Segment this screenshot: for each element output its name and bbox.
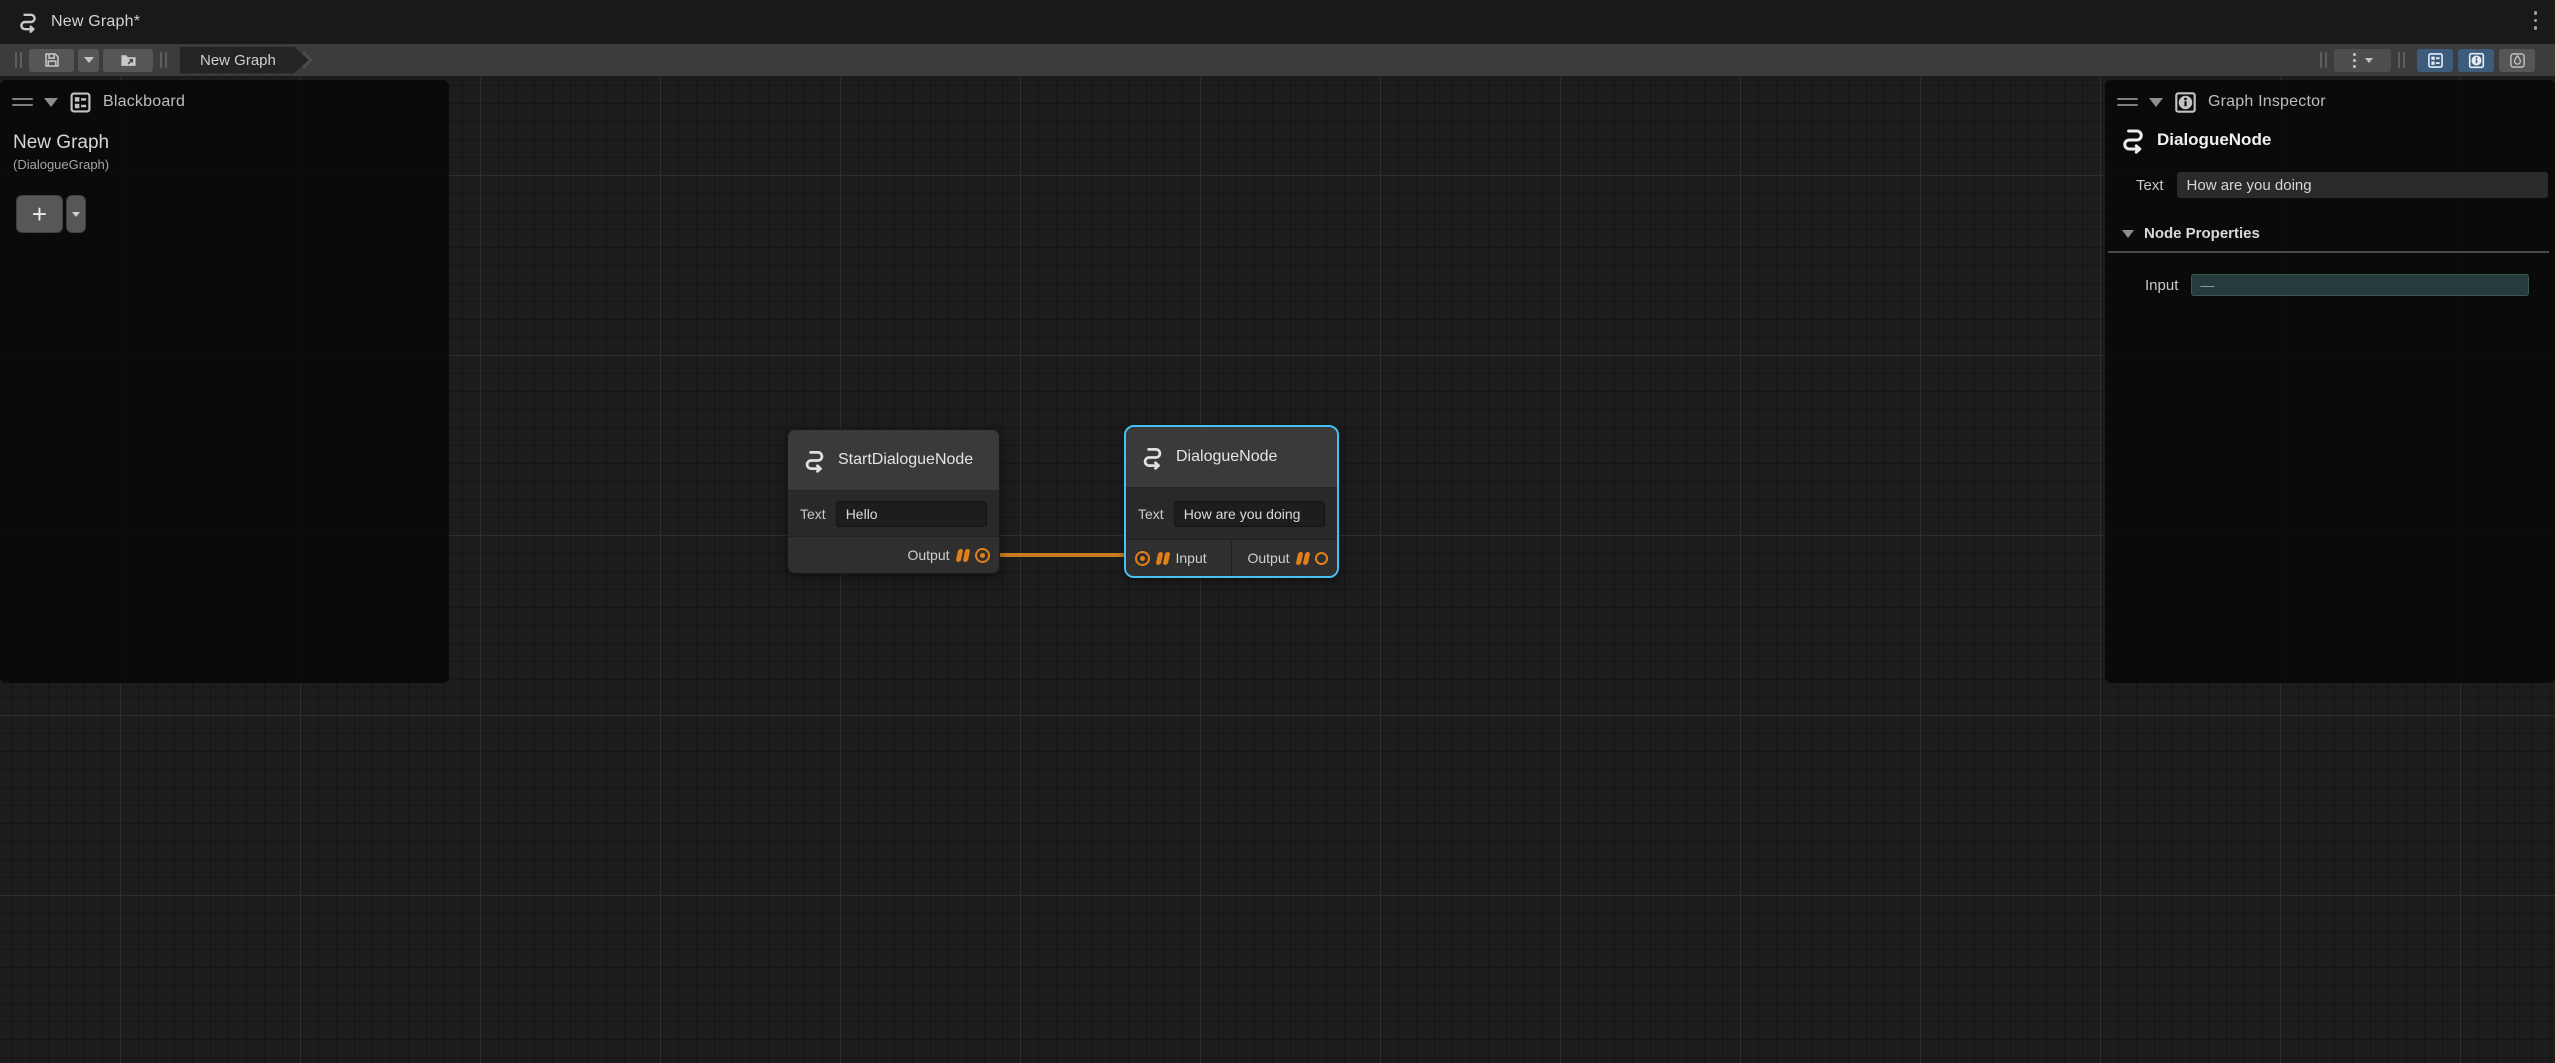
input-property-field[interactable]: — [2191, 274, 2530, 296]
node-properties-foldout[interactable]: Node Properties [2105, 225, 2555, 242]
toolbar-drag-handle[interactable] [2320, 52, 2327, 68]
text-field-label: Text [1138, 505, 1164, 522]
add-property-button[interactable]: + [16, 195, 63, 233]
blackboard-panel: Blackboard New Graph (DialogueGraph) + [0, 80, 449, 683]
inspector-header: Graph Inspector [2105, 80, 2555, 124]
output-port-connected[interactable] [975, 547, 990, 563]
info-icon [2468, 52, 2484, 68]
input-port-label: Input [1175, 550, 1207, 566]
text-field-label: Text [2136, 176, 2164, 194]
toolbar-drag-handle[interactable] [160, 52, 167, 68]
text-field-label: Text [800, 505, 826, 522]
vertical-dots-icon [2352, 52, 2356, 68]
node-type-icon [805, 450, 824, 473]
window-title: New Graph* [51, 13, 141, 30]
node-type-icon [1143, 447, 1162, 470]
info-icon [2175, 91, 2196, 113]
node-body: Text How are you doing [1126, 488, 1337, 539]
blackboard-header: Blackboard [0, 80, 449, 124]
text-field-input[interactable]: How are you doing [2176, 172, 2548, 198]
inspected-node-title: DialogueNode [2157, 130, 2272, 149]
save-button[interactable] [29, 48, 74, 72]
chevron-down-icon [2364, 57, 2373, 63]
blackboard-icon [70, 92, 91, 112]
node-properties-title: Node Properties [2144, 225, 2260, 242]
panel-drag-handle-icon[interactable] [2117, 98, 2138, 106]
chevron-down-icon [72, 211, 80, 217]
breadcrumb-graph-tab[interactable]: New Graph [180, 47, 308, 74]
node-title-bar[interactable]: DialogueNode [1126, 427, 1337, 488]
section-divider [2108, 251, 2549, 253]
blackboard-toggle-button[interactable] [2417, 48, 2453, 72]
dialogue-port-type-icon [955, 548, 970, 562]
inspector-toggle-button[interactable] [2458, 48, 2494, 72]
node-title-bar[interactable]: StartDialogueNode [788, 430, 999, 491]
graph-inspector-panel: Graph Inspector DialogueNode Text How ar… [2105, 80, 2555, 683]
toolbar-drag-handle[interactable] [2398, 52, 2405, 68]
inspected-node-row: DialogueNode [2105, 125, 2555, 155]
graph-asset-icon [20, 13, 36, 33]
blackboard-title: Blackboard [103, 93, 186, 110]
breadcrumb-label: New Graph [200, 51, 276, 69]
window-menu-kebab-icon[interactable] [2533, 11, 2537, 30]
foldout-triangle-icon [2122, 229, 2134, 238]
foldout-triangle-icon[interactable] [44, 97, 58, 107]
dialogue-port-type-icon [1295, 551, 1310, 565]
graph-type: (DialogueGraph) [13, 157, 110, 172]
node-start-dialogue[interactable]: StartDialogueNode Text Hello Output [787, 429, 1000, 574]
edge-start-to-dialogue[interactable] [988, 553, 1140, 557]
toolbar-drag-handle[interactable] [15, 52, 22, 68]
add-property-dropdown-button[interactable] [66, 195, 86, 233]
panel-drag-handle-icon[interactable] [12, 98, 33, 106]
output-port-label: Output [907, 547, 950, 563]
output-port-label: Output [1247, 550, 1290, 566]
open-asset-button[interactable] [103, 48, 153, 72]
output-port-empty[interactable] [1315, 551, 1328, 565]
inspector-text-row: Text How are you doing [2105, 172, 2555, 198]
toolbar-options-button[interactable] [2334, 48, 2391, 72]
node-body: Text Hello [788, 491, 999, 536]
text-field-input[interactable]: Hello [835, 500, 987, 527]
input-property-label: Input [2145, 276, 2179, 294]
node-title: StartDialogueNode [838, 451, 974, 468]
text-field-input[interactable]: How are you doing [1173, 500, 1325, 527]
node-type-icon [2123, 129, 2143, 154]
blackboard-icon [2427, 52, 2443, 68]
input-port-connected[interactable] [1135, 550, 1150, 566]
inspector-input-row: Input — [2105, 274, 2555, 296]
node-port-row: Output [788, 536, 999, 573]
folder-open-icon [120, 54, 136, 66]
dialogue-port-type-icon [1155, 551, 1170, 565]
chevron-down-icon [83, 57, 94, 63]
editor-window: New Graph* New Graph StartDialogueNode T… [0, 0, 2555, 1063]
foldout-triangle-icon[interactable] [2149, 97, 2163, 107]
preview-droplet-icon [2509, 52, 2525, 68]
node-title: DialogueNode [1176, 448, 1278, 465]
save-icon [44, 53, 59, 67]
inspector-title: Graph Inspector [2208, 93, 2326, 110]
title-bar: New Graph* [0, 0, 2555, 44]
node-port-row: Input Output [1126, 539, 1337, 576]
node-dialogue-selected[interactable]: DialogueNode Text How are you doing Inpu… [1124, 425, 1339, 578]
toolbar: New Graph [0, 44, 2555, 77]
save-dropdown-button[interactable] [78, 48, 99, 72]
preview-toggle-button[interactable] [2499, 48, 2535, 72]
graph-name: New Graph [13, 132, 110, 153]
